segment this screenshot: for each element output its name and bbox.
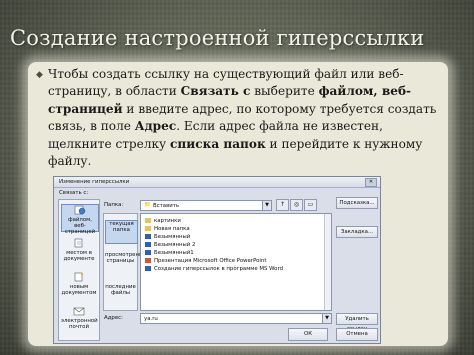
- view-option-label: текущая папка: [109, 221, 134, 233]
- list-item[interactable]: Презентация Microsoft Office PowerPoint: [145, 258, 266, 265]
- link-option-new-document[interactable]: новым документом: [61, 272, 97, 298]
- dialog-title: Изменение гиперссылки: [59, 179, 130, 185]
- chevron-down-icon[interactable]: ▼: [322, 314, 331, 323]
- edit-hyperlink-dialog: Изменение гиперссылки ✕ Связать с: файло…: [53, 176, 381, 344]
- link-option-label: электронной почтой: [61, 318, 98, 330]
- link-with-label: Связать с:: [59, 190, 89, 196]
- globe-page-icon: [74, 205, 86, 215]
- bold-term-link-with: Связать с: [180, 84, 251, 99]
- file-name: Создание гиперссылок в программе MS Word: [154, 266, 284, 272]
- word-document-icon: [145, 266, 151, 271]
- link-option-label: новым документом: [61, 284, 97, 296]
- link-option-file-webpage[interactable]: файлом, веб-страницей: [61, 204, 99, 235]
- view-option-current-folder[interactable]: текущая папка: [105, 220, 138, 244]
- link-option-email[interactable]: электронной почтой: [61, 306, 98, 332]
- close-icon[interactable]: ✕: [365, 178, 377, 187]
- word-document-icon: [145, 234, 151, 239]
- bullet-icon: ◆: [36, 70, 43, 80]
- ok-button[interactable]: ОК: [288, 328, 328, 341]
- folder-value: Вставить: [153, 203, 180, 209]
- list-item[interactable]: Новая папка: [145, 226, 190, 233]
- file-name: Безымянный1: [154, 250, 194, 256]
- bold-term-folder-list: списка папок: [170, 136, 266, 151]
- folder-icon: [145, 218, 151, 223]
- folder-icon: 📁: [144, 202, 151, 208]
- file-name: Новая папка: [154, 226, 190, 232]
- up-folder-icon[interactable]: ↑: [276, 199, 289, 211]
- address-value: ya.ru: [144, 316, 158, 322]
- list-item[interactable]: Безымянный1: [145, 250, 194, 257]
- hint-button[interactable]: Подсказка...: [336, 197, 378, 209]
- list-item[interactable]: Создание гиперссылок в программе MS Word: [145, 266, 283, 273]
- link-option-label: местом в документе: [63, 250, 95, 262]
- file-name: Безымянный 2: [154, 242, 196, 248]
- word-document-icon: [145, 250, 151, 255]
- view-option-label: последние файлы: [105, 284, 136, 296]
- cancel-button[interactable]: Отмена: [336, 328, 378, 341]
- list-item[interactable]: Безымянный: [145, 234, 190, 241]
- folder-dropdown[interactable]: 📁 Вставить ▼: [140, 200, 272, 211]
- list-item[interactable]: Безымянный 2: [145, 242, 195, 249]
- address-label: Адрес:: [104, 315, 123, 321]
- bookmark-button[interactable]: Закладка...: [336, 226, 378, 238]
- instruction-paragraph: Чтобы создать ссылку на существующий фай…: [48, 66, 440, 170]
- slide-title: Создание настроенной гиперссылки: [10, 26, 425, 50]
- chevron-down-icon[interactable]: ▼: [262, 201, 271, 210]
- view-option-bar: текущая папка просмотренные страницы пос…: [103, 213, 150, 311]
- file-name: картинки: [154, 218, 181, 224]
- text-segment: выберите: [250, 84, 319, 99]
- powerpoint-icon: [145, 258, 151, 263]
- dialog-titlebar: Изменение гиперссылки ✕: [54, 177, 380, 188]
- new-document-icon: [74, 272, 84, 282]
- address-input[interactable]: ya.ru ▼: [140, 313, 332, 324]
- bold-term-address: Адрес: [134, 119, 177, 134]
- web-browse-icon[interactable]: ◎: [290, 199, 303, 211]
- link-option-place-in-document[interactable]: местом в документе: [61, 238, 97, 264]
- document-anchor-icon: [74, 238, 83, 248]
- folder-label: Папка:: [104, 202, 124, 208]
- word-document-icon: [145, 242, 151, 247]
- remove-link-button[interactable]: Удалить ссылку: [336, 313, 378, 332]
- open-folder-icon[interactable]: ▭: [304, 199, 317, 211]
- view-option-recent-files[interactable]: последние файлы: [105, 284, 136, 306]
- list-item[interactable]: картинки: [145, 218, 181, 225]
- file-name: Презентация Microsoft Office PowerPoint: [154, 258, 267, 264]
- link-with-bar: файлом, веб-страницей местом в документе…: [58, 199, 100, 341]
- link-option-label: файлом, веб-страницей: [64, 217, 96, 235]
- file-name: Безымянный: [154, 234, 191, 240]
- view-option-browsed-pages[interactable]: просмотренные страницы: [105, 252, 150, 274]
- folder-icon: [145, 226, 151, 231]
- file-list: картинки Новая папка Безымянный Безымянн…: [140, 213, 332, 311]
- list-scrollbar[interactable]: [324, 214, 331, 310]
- email-icon: [73, 307, 85, 316]
